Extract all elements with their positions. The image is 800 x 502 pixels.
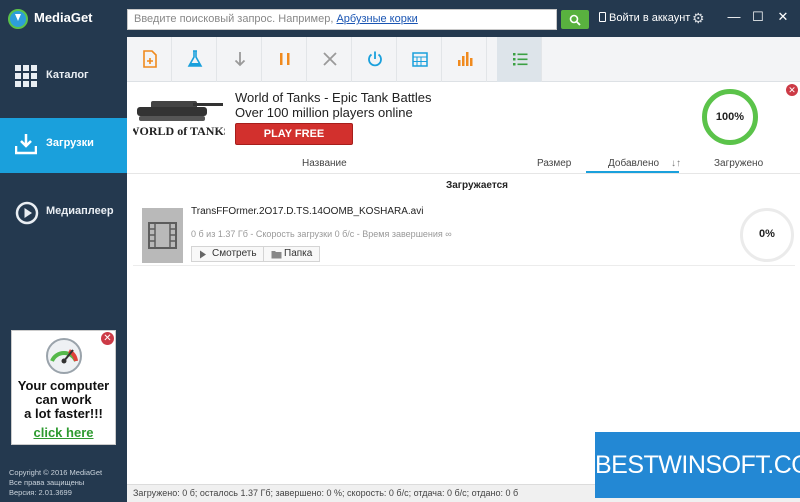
play-small-icon — [200, 250, 206, 259]
search-icon — [569, 14, 581, 26]
column-size[interactable]: Размер — [537, 158, 571, 169]
play-free-button[interactable]: PLAY FREE — [235, 123, 353, 145]
overall-progress-circle: 100% — [702, 89, 758, 145]
sidebar: Каталог Загрузки Медиаплеер ✕ Your compu… — [0, 37, 127, 502]
video-thumbnail — [142, 208, 183, 263]
app-title: MediaGet — [34, 10, 93, 25]
shutdown-button[interactable] — [352, 37, 397, 82]
calendar-icon — [412, 52, 428, 67]
test-button[interactable] — [172, 37, 217, 82]
rights-line: Все права защищены — [9, 478, 85, 487]
pause-button[interactable] — [262, 37, 307, 82]
ad-text: Your computer can work a lot faster!!! — [12, 379, 115, 421]
item-progress-circle: 0% — [740, 208, 794, 262]
cancel-icon — [323, 52, 337, 66]
minimize-button[interactable]: — — [724, 9, 744, 24]
speedup-ad[interactable]: ✕ Your computer can work a lot faster!!!… — [11, 330, 116, 445]
flask-icon — [187, 50, 203, 67]
toolbar — [127, 37, 800, 82]
column-header: Название Размер Добавлено ↓↑ Загружено — [127, 153, 800, 174]
sidebar-item-catalog[interactable]: Каталог — [0, 50, 127, 105]
item-progress-value: 0% — [759, 228, 775, 240]
world-of-tanks-logo: WORLD of TANKS — [133, 101, 225, 138]
login-label: Войти в аккаунт — [609, 12, 691, 24]
column-added[interactable]: Добавлено — [608, 158, 659, 169]
login-button[interactable]: Войти в аккаунт — [599, 12, 690, 24]
search-button[interactable] — [561, 10, 589, 29]
start-download-button[interactable] — [217, 37, 262, 82]
play-icon — [15, 201, 39, 225]
overall-progress-value: 100% — [715, 111, 745, 123]
wot-logo-text: WORLD of TANKS — [133, 124, 225, 138]
pause-icon — [280, 53, 290, 65]
ad-click-here-link[interactable]: click here — [12, 425, 115, 440]
title-bar: MediaGet Введите поисковый запрос. Напри… — [0, 0, 800, 37]
copyright-text: Copyright © 2016 MediaGet Все права защи… — [9, 468, 102, 498]
file-status: 0 б из 1.37 Гб - Скорость загрузки 0 б/с… — [191, 229, 452, 239]
statistics-button[interactable] — [442, 37, 487, 82]
maximize-button[interactable]: ☐ — [748, 9, 768, 25]
sidebar-item-label: Каталог — [46, 69, 89, 81]
folder-label: Папка — [284, 248, 313, 259]
ad-close-icon[interactable]: ✕ — [101, 332, 114, 345]
file-name: TransFFOrmer.2O17.D.TS.14OOMB_KOSHARA.av… — [191, 206, 424, 217]
list-view-button[interactable] — [497, 37, 542, 82]
mediaget-logo-icon — [8, 9, 28, 29]
version-line: Версия: 2.01.3699 — [9, 488, 72, 497]
ad-banner[interactable]: WORLD of TANKS World of Tanks - Epic Tan… — [127, 83, 800, 153]
search-input[interactable]: Введите поисковый запрос. Например, Арбу… — [127, 9, 557, 30]
ad-line-2: can work — [35, 392, 92, 407]
banner-subtitle: Over 100 million players online — [235, 105, 413, 120]
column-downloaded[interactable]: Загружено — [714, 158, 763, 169]
add-file-icon — [143, 50, 157, 68]
watermark: BESTWINSOFT.COM — [595, 432, 800, 498]
copyright-line: Copyright © 2016 MediaGet — [9, 468, 103, 477]
watch-button[interactable]: Смотреть — [191, 246, 264, 262]
ad-line-1: Your computer — [17, 378, 110, 393]
power-icon — [368, 51, 382, 67]
sidebar-item-label: Загрузки — [46, 137, 94, 149]
close-window-button[interactable]: ✕ — [773, 9, 793, 25]
section-title-downloading: Загружается — [445, 180, 509, 191]
download-arrow-icon — [234, 52, 246, 67]
search-example-link[interactable]: Арбузные корки — [336, 13, 417, 25]
download-icon — [15, 134, 37, 155]
login-icon — [599, 12, 606, 22]
gear-icon[interactable]: ⚙ — [692, 10, 705, 27]
search-placeholder: Введите поисковый запрос. Например, — [134, 13, 337, 25]
cancel-button[interactable] — [307, 37, 352, 82]
list-icon — [513, 53, 528, 66]
folder-icon — [271, 251, 282, 259]
sidebar-item-label: Медиаплеер — [46, 205, 114, 217]
sort-arrows-icon[interactable]: ↓↑ — [671, 158, 681, 169]
add-torrent-button[interactable] — [127, 37, 172, 82]
banner-close-icon[interactable]: ✕ — [786, 84, 798, 96]
watch-label: Смотреть — [212, 248, 257, 259]
banner-title: World of Tanks - Epic Tank Battles — [235, 90, 432, 105]
speedometer-icon — [46, 338, 82, 374]
download-item[interactable]: TransFFOrmer.2O17.D.TS.14OOMB_KOSHARA.av… — [133, 196, 795, 266]
ad-line-3: a lot faster!!! — [24, 406, 103, 421]
scheduler-button[interactable] — [397, 37, 442, 82]
folder-button[interactable]: Папка — [263, 246, 320, 262]
sidebar-item-mediaplayer[interactable]: Медиаплеер — [0, 186, 127, 241]
chart-icon — [458, 52, 473, 66]
film-icon — [148, 222, 177, 249]
active-sort-underline — [586, 171, 679, 173]
sidebar-item-downloads[interactable]: Загрузки — [0, 118, 127, 173]
column-name[interactable]: Название — [302, 158, 347, 169]
grid-icon — [15, 65, 37, 87]
